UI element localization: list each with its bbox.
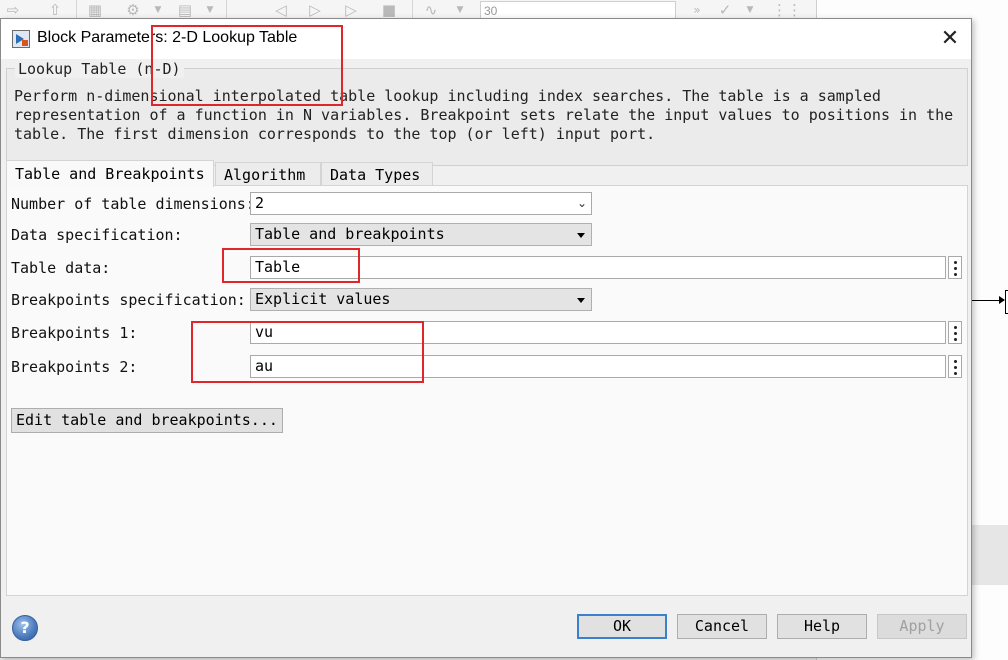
- chevron-down-icon[interactable]: ▼: [744, 2, 756, 18]
- tab-panel: Number of table dimensions: 2 ⌄ Data spe…: [6, 185, 968, 596]
- toolbar-separator: [76, 0, 77, 20]
- chevron-down-icon: ⌄: [576, 196, 587, 210]
- chevron-down-icon[interactable]: ▼: [152, 2, 164, 18]
- forward-arrow-icon[interactable]: ⇨: [4, 2, 22, 18]
- edit-table-button[interactable]: Edit table and breakpoints...: [11, 408, 283, 433]
- dialog-titlebar[interactable]: Block Parameters: 2-D Lookup Table ✕: [1, 19, 971, 59]
- stop-time-field[interactable]: 30: [480, 1, 676, 19]
- dropdown-arrow-icon: [577, 233, 585, 238]
- breakpoints-1-label: Breakpoints 1:: [11, 324, 138, 342]
- num-dimensions-label: Number of table dimensions:: [11, 195, 255, 213]
- breakpoints-1-input[interactable]: vu: [250, 321, 946, 344]
- gear-icon[interactable]: ⚙: [124, 2, 142, 18]
- table-data-label: Table data:: [11, 259, 111, 277]
- stop-icon[interactable]: ■: [380, 2, 398, 18]
- breakpoints-specification-value: Explicit values: [255, 290, 391, 308]
- tab-data-types[interactable]: Data Types: [321, 162, 433, 186]
- check-icon[interactable]: ✓: [716, 2, 734, 18]
- scope-icon[interactable]: ∿: [422, 2, 440, 18]
- block-parameters-dialog: Block Parameters: 2-D Lookup Table ✕ Loo…: [0, 18, 972, 658]
- chevron-down-icon[interactable]: ▼: [454, 2, 466, 18]
- breakpoints-1-more-button[interactable]: [948, 321, 962, 344]
- more-icon[interactable]: »: [688, 2, 706, 18]
- tab-table-and-breakpoints[interactable]: Table and Breakpoints: [6, 160, 214, 187]
- model-explorer-icon[interactable]: ▦: [86, 2, 104, 18]
- canvas-panel: [967, 525, 1008, 585]
- table-data-input[interactable]: Table: [250, 256, 946, 279]
- tab-algorithm[interactable]: Algorithm: [215, 162, 321, 186]
- breakpoints-specification-select[interactable]: Explicit values: [250, 288, 592, 311]
- cancel-button[interactable]: Cancel: [677, 614, 767, 639]
- ok-button[interactable]: OK: [577, 614, 667, 639]
- num-dimensions-value: 2: [255, 194, 265, 212]
- block-description: Perform n-dimensional interpolated table…: [14, 87, 954, 143]
- help-button[interactable]: Help: [777, 614, 867, 639]
- toolbar-separator: [226, 0, 227, 20]
- breakpoints-2-label: Breakpoints 2:: [11, 358, 138, 376]
- dialog-title: Block Parameters: 2-D Lookup Table: [37, 29, 298, 46]
- run-icon[interactable]: ▷: [306, 2, 324, 18]
- data-specification-select[interactable]: Table and breakpoints: [250, 223, 592, 246]
- step-back-icon[interactable]: ◁: [272, 2, 290, 18]
- num-dimensions-select[interactable]: 2 ⌄: [250, 192, 592, 215]
- dropdown-arrow-icon: [577, 298, 585, 303]
- up-arrow-icon[interactable]: ⇧: [46, 2, 64, 18]
- description-group: Lookup Table (n-D) Perform n-dimensional…: [6, 60, 968, 166]
- breakpoints-specification-label: Breakpoints specification:: [11, 291, 246, 309]
- help-icon[interactable]: ?: [12, 615, 38, 641]
- table-data-more-button[interactable]: [948, 256, 962, 279]
- breakpoints-2-input[interactable]: au: [250, 355, 946, 378]
- data-specification-value: Table and breakpoints: [255, 225, 445, 243]
- apply-button[interactable]: Apply: [877, 614, 967, 639]
- close-icon[interactable]: ✕: [935, 25, 965, 53]
- group-title: Lookup Table (n-D): [15, 60, 184, 78]
- grid-icon[interactable]: ⋮⋮: [772, 2, 802, 18]
- simulink-block-icon: [12, 30, 30, 48]
- data-specification-label: Data specification:: [11, 226, 183, 244]
- toolbar-separator: [412, 0, 413, 20]
- breakpoints-2-more-button[interactable]: [948, 355, 962, 378]
- chevron-down-icon[interactable]: ▼: [204, 2, 216, 18]
- step-forward-icon[interactable]: ▷: [342, 2, 360, 18]
- library-icon[interactable]: ▤: [176, 2, 194, 18]
